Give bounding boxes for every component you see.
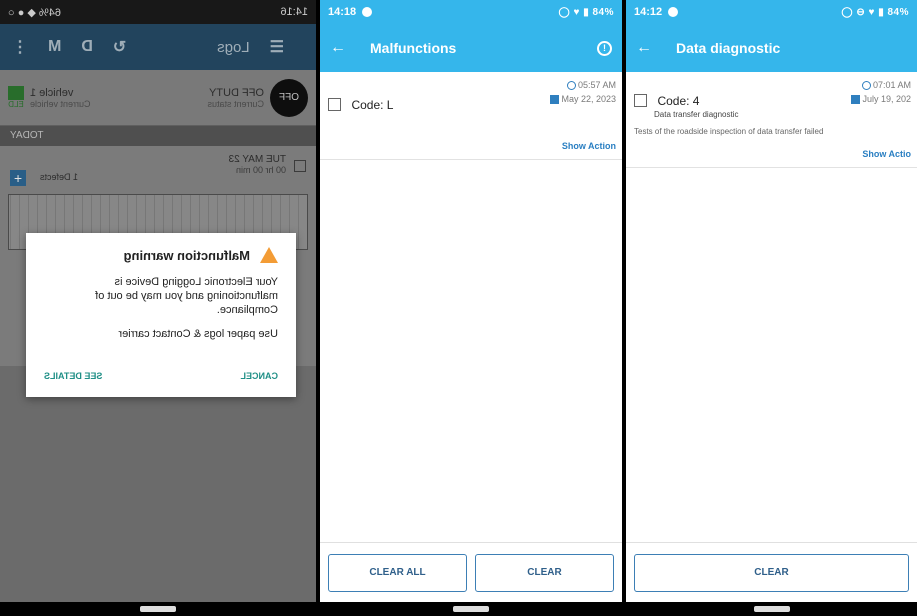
home-pill[interactable] (453, 606, 489, 612)
battery-level: ◯ ⊖ ♥ ▮ 84% (841, 6, 909, 18)
item-description: Tests of the roadside inspection of data… (634, 127, 824, 136)
clock-icon (861, 81, 871, 91)
see-details-button[interactable]: SEE DETAILS (44, 371, 102, 381)
nav-bar (320, 602, 622, 616)
malfunction-item[interactable]: Code: L 05:57 AM May 22, 2023 Show Actio… (320, 72, 622, 160)
notification-icon (362, 7, 373, 17)
item-date: July 19, 202 (862, 94, 911, 104)
nav-bar (626, 602, 917, 616)
dialog-actions: CANCEL SEE DETAILS (44, 371, 278, 381)
back-arrow-icon[interactable]: ← (636, 39, 662, 57)
diagnostic-item[interactable]: Code: 4 Data transfer diagnostic Tests o… (626, 72, 917, 168)
malfunction-warning-dialog: Malfunction warning Your Electronic Logg… (26, 233, 296, 397)
dialog-title: Malfunction warning (123, 247, 250, 263)
app-bar: ← Malfunctions ! (320, 24, 622, 72)
status-time: 14:12 (634, 6, 663, 18)
bottom-actions: CLEAR (626, 542, 917, 602)
logs-screen-panel: 14:16 64% ◆ ● ○ ☰ Logs ↻ D M ⋮ OFF OFF D… (0, 0, 316, 616)
item-code: Code: L (351, 97, 394, 112)
item-code: Code: 4 (657, 93, 700, 108)
app-bar: ← Data diagnostic (626, 24, 917, 72)
page-title: Data diagnostic (676, 40, 781, 56)
info-icon[interactable]: ! (597, 40, 612, 56)
status-bar: 14:18 ◯ ♥ ▮ 84% (320, 0, 622, 24)
battery-text: 84% (592, 6, 614, 18)
dialog-instruction: Use paper logs & Contact carrier (118, 328, 278, 340)
warning-icon (260, 247, 278, 263)
nav-bar (0, 602, 316, 616)
item-subtitle: Data transfer diagnostic (654, 110, 739, 119)
page-title: Malfunctions (370, 40, 457, 56)
clear-button[interactable]: CLEAR (475, 553, 614, 592)
dialog-message: Your Electronic Logging Device is malfun… (95, 276, 278, 316)
status-bar: 14:12 ◯ ⊖ ♥ ▮ 84% (626, 0, 917, 24)
data-diagnostic-panel: 14:12 ◯ ⊖ ♥ ▮ 84% ← Data diagnostic Code… (626, 0, 917, 616)
item-date: May 22, 2023 (561, 94, 616, 104)
home-pill[interactable] (140, 606, 176, 612)
back-arrow-icon[interactable]: ← (330, 39, 356, 57)
show-action-link[interactable]: Show Actio (862, 149, 911, 159)
item-meta: 07:01 AM July 19, 202 (851, 78, 911, 106)
clear-all-button[interactable]: CLEAR ALL (328, 553, 467, 592)
dialog-header: Malfunction warning (44, 247, 278, 263)
home-pill[interactable] (753, 606, 790, 612)
clear-button[interactable]: CLEAR (634, 553, 909, 592)
battery-text: 84% (887, 6, 909, 18)
notification-icon (668, 7, 679, 17)
item-time: 05:57 AM (577, 80, 616, 90)
status-time: 14:18 (328, 6, 357, 18)
cancel-button[interactable]: CANCEL (241, 371, 279, 381)
item-meta: 05:57 AM May 22, 2023 (550, 78, 616, 106)
show-action-link[interactable]: Show Action (562, 141, 616, 151)
item-checkbox[interactable] (328, 98, 341, 112)
battery-level: ◯ ♥ ▮ 84% (558, 6, 614, 18)
calendar-icon (851, 95, 861, 105)
item-time: 07:01 AM (872, 80, 911, 90)
calendar-icon (550, 95, 560, 105)
item-checkbox[interactable] (634, 94, 647, 108)
malfunctions-panel: 14:18 ◯ ♥ ▮ 84% ← Malfunctions ! Code: L… (320, 0, 622, 616)
clock-icon (566, 81, 576, 91)
bottom-actions: CLEAR ALL CLEAR (320, 542, 622, 602)
